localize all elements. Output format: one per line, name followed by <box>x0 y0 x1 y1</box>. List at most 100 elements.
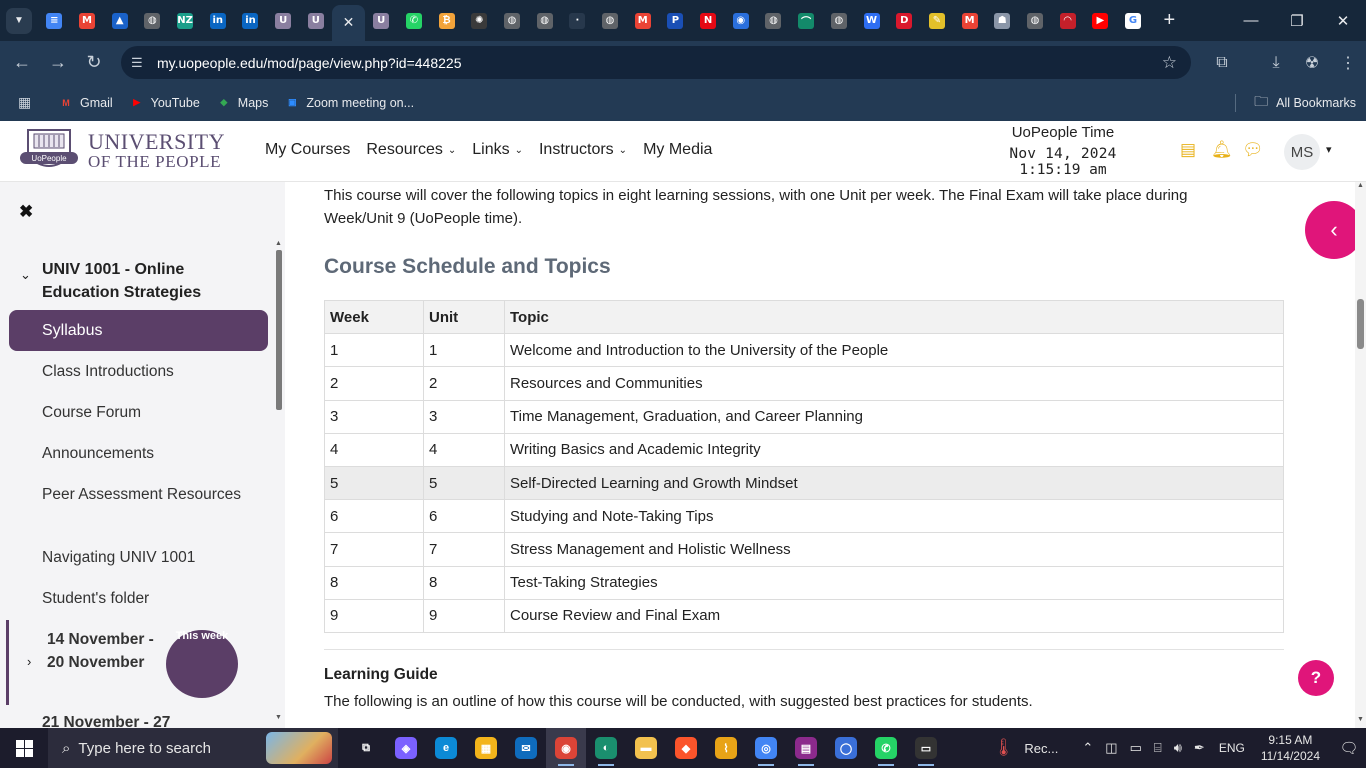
forward-button[interactable]: → <box>40 45 76 81</box>
taskbar-app[interactable]: ◐ <box>586 728 626 768</box>
sidebar-item-student-s-folder[interactable]: Student's folder <box>42 587 262 610</box>
close-drawer-icon[interactable]: ✖ <box>19 202 33 222</box>
browser-tab[interactable]: D <box>888 0 921 41</box>
volume-icon[interactable]: 🔊︎ <box>1174 740 1182 756</box>
chat-icon[interactable]: 💬︎ <box>1242 140 1273 160</box>
nav-resources[interactable]: Resources ⌄ <box>366 141 456 159</box>
browser-tab[interactable]: M <box>71 0 104 41</box>
nav-instructors[interactable]: Instructors ⌄ <box>539 141 627 159</box>
browser-tab[interactable]: P <box>659 0 692 41</box>
network-icon[interactable]: ⌸ <box>1154 740 1162 756</box>
notification-icon[interactable]: 🗨︎ <box>1332 739 1366 757</box>
browser-tab[interactable]: ◍ <box>496 0 529 41</box>
drawer-scroll-up-icon[interactable]: ▲ <box>275 240 282 247</box>
browser-tab[interactable]: ✎ <box>921 0 954 41</box>
browser-tab[interactable]: ◉ <box>724 0 757 41</box>
sidebar-item-navigating-univ-1001[interactable]: Navigating UNIV 1001 <box>42 546 262 569</box>
page-scroll-thumb[interactable] <box>1357 299 1364 349</box>
browser-tab[interactable]: ◍ <box>594 0 627 41</box>
profile-icon[interactable]: ☢ <box>1294 53 1330 73</box>
browser-tab[interactable]: ◍ <box>1019 0 1052 41</box>
bookmark-item[interactable]: ◆ Maps <box>216 96 268 110</box>
pen-icon[interactable]: ✒ <box>1194 740 1205 756</box>
apps-grid-icon[interactable]: ▦ <box>18 94 38 111</box>
bell-icon[interactable]: 🔔︎ <box>1211 140 1242 160</box>
drawer-scrollbar[interactable] <box>276 250 282 410</box>
scroll-down-icon[interactable]: ▼ <box>1357 716 1364 723</box>
minimize-button[interactable]: — <box>1228 0 1274 41</box>
avatar[interactable]: MS <box>1284 134 1320 170</box>
taskbar-app[interactable]: ◈ <box>386 728 426 768</box>
nav-my-courses[interactable]: My Courses <box>265 141 350 159</box>
browser-tab[interactable]: M <box>626 0 659 41</box>
sidebar-item-peer-assessment-resources[interactable]: Peer Assessment Resources <box>42 483 262 506</box>
taskbar-app[interactable]: ⧉ <box>346 728 386 768</box>
battery-icon[interactable]: ▭ <box>1130 740 1142 756</box>
browser-tab[interactable]: N <box>692 0 725 41</box>
search-highlight-image[interactable] <box>266 732 332 764</box>
sidebar-item-course-forum[interactable]: Course Forum <box>42 401 262 424</box>
download-icon[interactable]: ⤓ <box>1258 54 1294 72</box>
bookmark-item[interactable]: M Gmail <box>58 96 112 110</box>
browser-tab[interactable]: ✆ <box>398 0 431 41</box>
sidebar-item-announcements[interactable]: Announcements <box>42 442 262 465</box>
browser-tab[interactable]: ◍ <box>136 0 169 41</box>
close-window-button[interactable]: ✕ <box>1320 0 1366 41</box>
sidebar-week-section[interactable]: › 14 November - 20 November This week <box>6 620 276 705</box>
browser-tab[interactable]: in <box>201 0 234 41</box>
browser-tab[interactable]: ₿ <box>430 0 463 41</box>
user-menu-caret-icon[interactable]: ▾ <box>1326 143 1332 156</box>
browser-tab[interactable]: G <box>1117 0 1150 41</box>
browser-tab[interactable]: M <box>953 0 986 41</box>
chevron-right-icon[interactable]: › <box>27 654 31 669</box>
uopeople-logo[interactable]: UoPeople UNIVERSITY OF THE PEOPLE <box>18 126 225 176</box>
browser-tab[interactable]: ◍ <box>823 0 856 41</box>
browser-tab[interactable]: ✕ <box>332 5 365 41</box>
scroll-up-icon[interactable]: ▲ <box>1357 182 1364 189</box>
browser-tab[interactable]: ≡ <box>38 0 71 41</box>
taskbar-app[interactable]: e <box>426 728 466 768</box>
taskbar-app[interactable]: ◉ <box>546 728 586 768</box>
taskbar-app[interactable]: ▦ <box>466 728 506 768</box>
chrome-menu-icon[interactable]: ⋮ <box>1330 53 1366 73</box>
browser-tab[interactable]: ◍ <box>757 0 790 41</box>
browser-tab[interactable]: ✺ <box>463 0 496 41</box>
new-tab-button[interactable]: + <box>1157 9 1181 32</box>
sidebar-next-week[interactable]: 21 November - 27 <box>42 714 170 728</box>
page-scrollbar[interactable]: ▲ ▼ <box>1355 182 1366 728</box>
back-button[interactable]: ← <box>4 45 40 81</box>
taskbar-app[interactable]: ✉ <box>506 728 546 768</box>
show-hidden-icons-icon[interactable]: ⌃ <box>1082 740 1093 756</box>
drawer-scroll-down-icon[interactable]: ▼ <box>275 714 282 721</box>
taskbar-search[interactable]: ⌕ Type here to search <box>48 728 338 768</box>
browser-tab[interactable]: ◍ <box>528 0 561 41</box>
browser-tab[interactable]: W <box>855 0 888 41</box>
taskbar-app[interactable]: ◎ <box>746 728 786 768</box>
browser-tab[interactable]: · <box>561 0 594 41</box>
taskbar-app[interactable]: ◆ <box>666 728 706 768</box>
course-section-header[interactable]: ⌄ UNIV 1001 - Online Education Strategie… <box>20 258 262 304</box>
language-indicator[interactable]: ENG <box>1219 741 1245 755</box>
browser-tab[interactable]: U <box>300 0 333 41</box>
nav-links[interactable]: Links ⌄ <box>472 141 523 159</box>
browser-tab[interactable]: U <box>365 0 398 41</box>
reload-button[interactable]: ↻ <box>76 45 112 81</box>
taskbar-app[interactable]: ⌇ <box>706 728 746 768</box>
browser-tab[interactable]: in <box>234 0 267 41</box>
bookmark-star-icon[interactable]: ☆ <box>1162 53 1177 73</box>
taskbar-app[interactable]: ◯ <box>826 728 866 768</box>
taskbar-app[interactable]: ▤ <box>786 728 826 768</box>
weather-widget[interactable]: 🌡︎ Rec... <box>993 738 1059 758</box>
meet-icon[interactable]: ◫ <box>1105 740 1117 756</box>
browser-tab[interactable]: NZ <box>169 0 202 41</box>
address-url[interactable]: my.uopeople.edu/mod/page/view.php?id=448… <box>157 55 461 71</box>
taskbar-app[interactable]: ✆ <box>866 728 906 768</box>
chevron-down-icon[interactable]: ⌄ <box>20 267 42 304</box>
tab-search-button[interactable]: ▼ <box>6 7 32 34</box>
browser-tab[interactable]: ▶ <box>1084 0 1117 41</box>
browser-tab[interactable]: U <box>267 0 300 41</box>
close-icon[interactable]: ✕ <box>341 15 357 31</box>
browser-tab[interactable]: ▲ <box>103 0 136 41</box>
site-settings-icon[interactable]: ☰ <box>131 55 151 71</box>
browser-tab[interactable]: ☗ <box>986 0 1019 41</box>
